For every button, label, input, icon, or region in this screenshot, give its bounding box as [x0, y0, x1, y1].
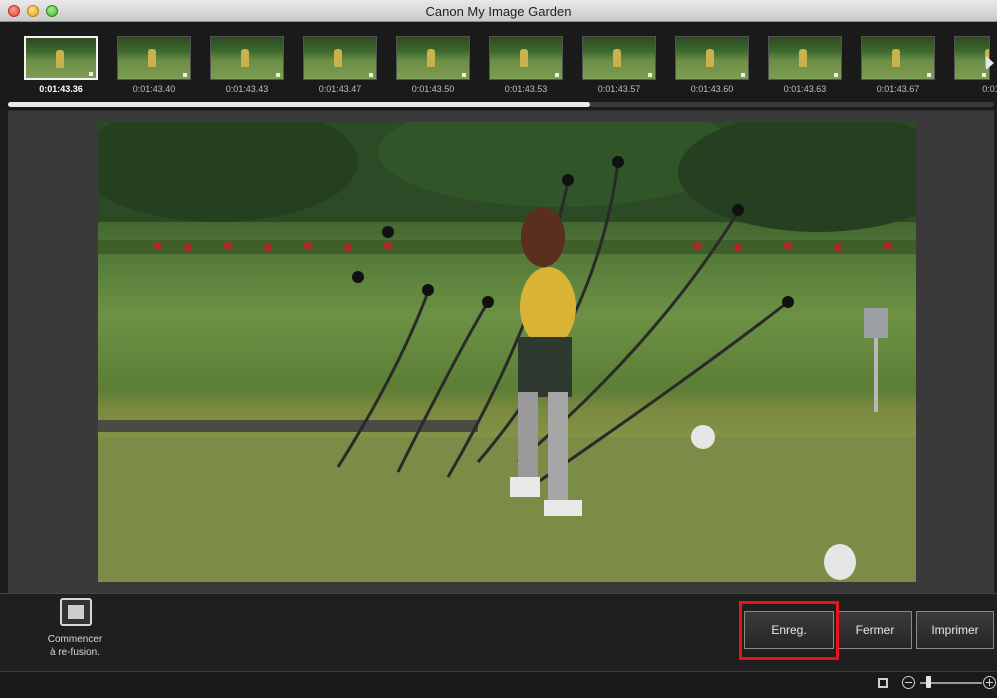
zoom-out-icon[interactable] [902, 676, 915, 689]
frame-golfer-figure [334, 49, 342, 67]
frame-golfer-figure [520, 49, 528, 67]
zoom-in-icon[interactable] [983, 676, 996, 689]
frame-marker-icon [183, 73, 187, 77]
filmstrip-frame[interactable] [210, 36, 284, 80]
frame-marker-icon [89, 72, 93, 76]
title-bar: Canon My Image Garden [0, 0, 997, 22]
frame-marker-icon [741, 73, 745, 77]
zoom-slider-thumb[interactable] [926, 676, 931, 688]
close-button[interactable]: Fermer [838, 611, 912, 649]
frame-marker-icon [276, 73, 280, 77]
remerge-icon[interactable] [60, 598, 92, 626]
fit-to-window-icon[interactable] [878, 678, 888, 688]
frame-golfer-figure [427, 49, 435, 67]
filmstrip-frame[interactable] [303, 36, 377, 80]
print-button[interactable]: Imprimer [916, 611, 994, 649]
merged-preview-image [98, 122, 916, 582]
frame-marker-icon [369, 73, 373, 77]
frame-timestamp: 0:01:43.36 [39, 84, 83, 94]
filmstrip-next-arrow-icon[interactable] [986, 56, 994, 70]
frame-golfer-figure [148, 49, 156, 67]
frame-timestamp: 0:01:43.57 [597, 84, 641, 94]
filmstrip-frame[interactable] [954, 36, 990, 80]
status-bar [0, 671, 997, 698]
filmstrip-frame[interactable] [582, 36, 656, 80]
filmstrip-frame[interactable] [675, 36, 749, 80]
filmstrip-frame[interactable] [24, 36, 98, 80]
frame-golfer-figure [613, 49, 621, 67]
golf-swing-illustration [98, 122, 916, 582]
frame-golfer-figure [892, 49, 900, 67]
frame-golfer-figure [799, 49, 807, 67]
filmstrip-frame[interactable] [117, 36, 191, 80]
frame-filmstrip: 0:01:43.36 0:01:43.40 0:01:43.43 0:01:43.47… [0, 22, 997, 110]
frame-marker-icon [648, 73, 652, 77]
frame-timestamp: 0:01:43.47 [318, 84, 362, 94]
frame-timestamp: 0:01:43.43 [225, 84, 269, 94]
frame-golfer-figure [241, 49, 249, 67]
frame-timestamp: 0:01:43.63 [783, 84, 827, 94]
frame-marker-icon [462, 73, 466, 77]
frame-timestamp: 0:01:43.40 [132, 84, 176, 94]
frame-timestamp: 0:01 [982, 84, 997, 94]
filmstrip-frame[interactable] [489, 36, 563, 80]
frame-timestamp: 0:01:43.53 [504, 84, 548, 94]
save-button[interactable]: Enreg. [744, 611, 834, 649]
filmstrip-frame[interactable] [861, 36, 935, 80]
frame-marker-icon [834, 73, 838, 77]
frame-golfer-figure [706, 49, 714, 67]
frame-timestamp: 0:01:43.50 [411, 84, 455, 94]
frame-marker-icon [555, 73, 559, 77]
filmstrip-scroll-thumb[interactable] [8, 102, 590, 107]
frame-marker-icon [982, 73, 986, 77]
frame-timestamp: 0:01:43.60 [690, 84, 734, 94]
remerge-label[interactable]: Commencer à re-fusion. [30, 633, 120, 659]
filmstrip-frame[interactable] [396, 36, 470, 80]
filmstrip-frame[interactable] [768, 36, 842, 80]
frame-timestamp: 0:01:43.67 [876, 84, 920, 94]
window-title: Canon My Image Garden [425, 4, 572, 19]
frame-marker-icon [927, 73, 931, 77]
frame-golfer-figure [56, 50, 64, 68]
